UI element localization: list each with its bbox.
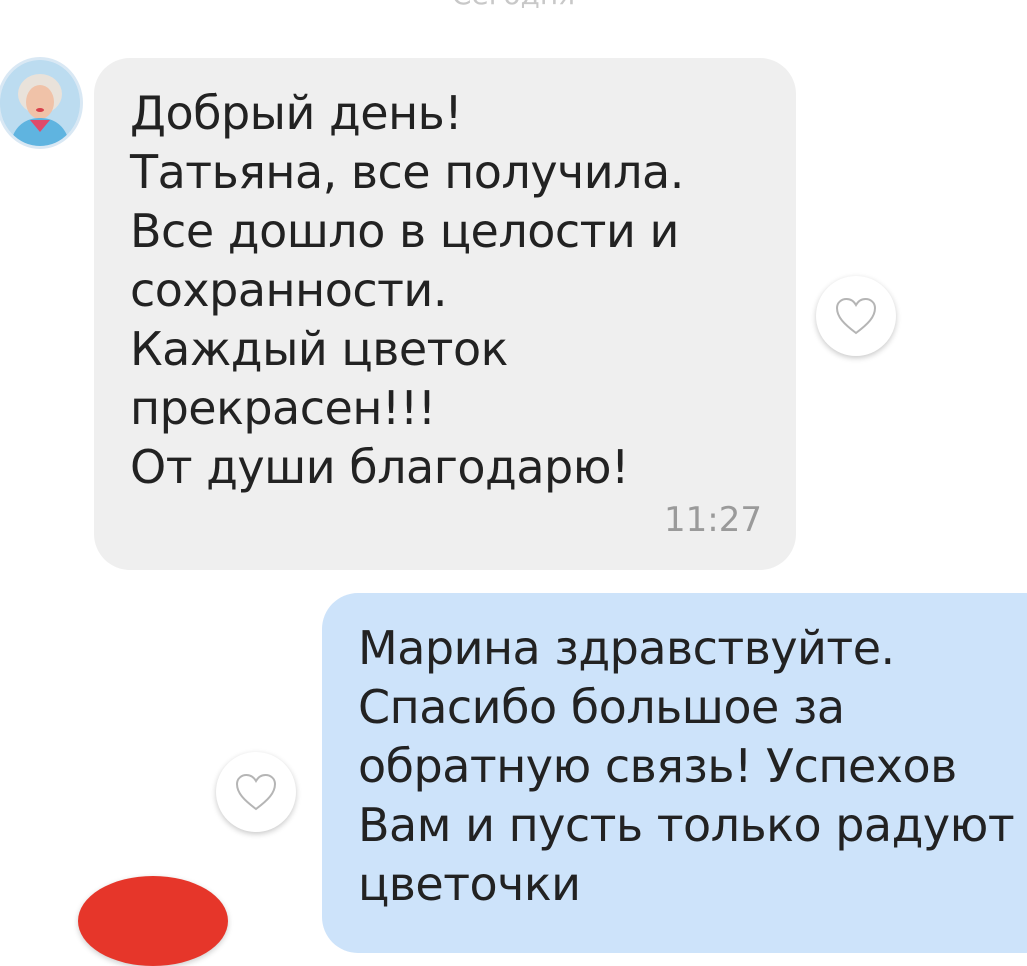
action-button[interactable]: [78, 876, 228, 966]
message-time: 11:27: [664, 500, 762, 540]
like-button[interactable]: [216, 752, 296, 832]
avatar[interactable]: [0, 60, 80, 146]
message-text: Добрый день! Татьяна, все получила. Все …: [130, 86, 684, 494]
outgoing-message-bubble[interactable]: Марина здравствуйте. Спасибо большое за …: [322, 593, 1027, 953]
date-separator: Сегодня: [0, 0, 1027, 12]
like-button[interactable]: [816, 276, 896, 356]
heart-outline-icon: [835, 297, 877, 335]
avatar-photo: [0, 60, 80, 146]
heart-outline-icon: [235, 773, 277, 811]
incoming-message-bubble[interactable]: Добрый день! Татьяна, все получила. Все …: [94, 58, 796, 570]
message-text: Марина здравствуйте. Спасибо большое за …: [358, 621, 1015, 911]
